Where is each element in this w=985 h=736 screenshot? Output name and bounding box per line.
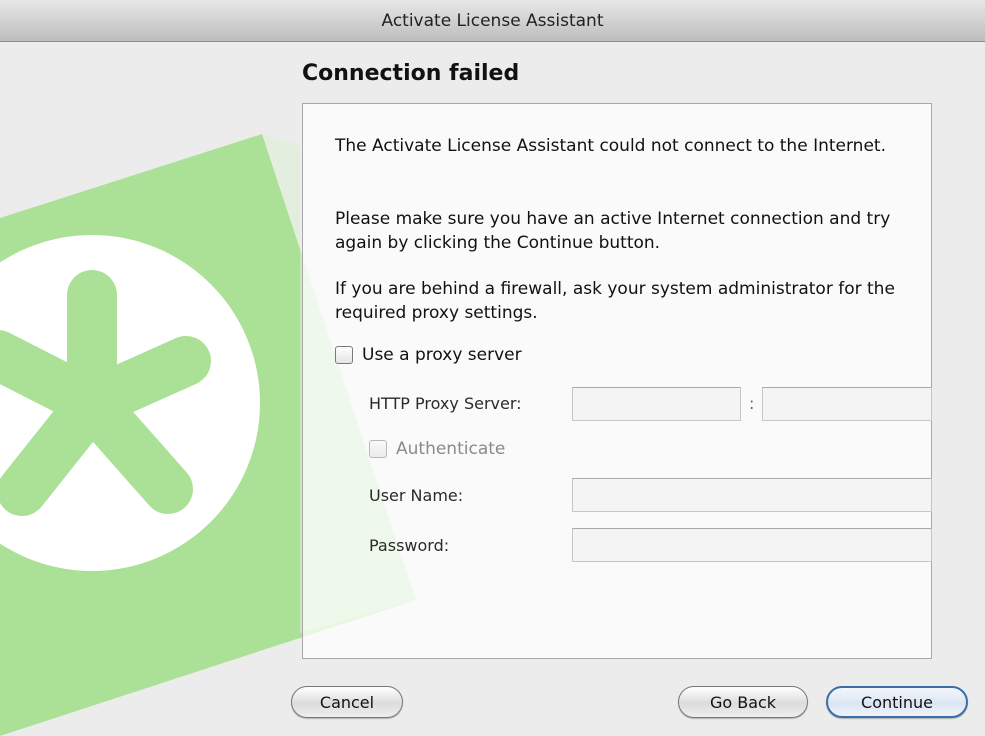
window-titlebar[interactable]: Activate License Assistant — [0, 0, 985, 42]
continue-button[interactable]: Continue — [826, 686, 968, 718]
window-title: Activate License Assistant — [381, 11, 604, 31]
cancel-button[interactable]: Cancel — [291, 686, 403, 718]
username-label: User Name: — [369, 486, 464, 505]
authenticate-checkbox[interactable] — [369, 440, 387, 458]
use-proxy-checkbox-row[interactable]: Use a proxy server — [335, 345, 522, 365]
page-title: Connection failed — [302, 61, 520, 86]
port-separator: : — [749, 394, 755, 413]
authenticate-label: Authenticate — [396, 439, 506, 459]
connection-panel: The Activate License Assistant could not… — [302, 103, 932, 659]
window-content: Connection failed The Activate License A… — [0, 43, 985, 736]
password-label: Password: — [369, 536, 450, 555]
proxy-port-field[interactable] — [762, 387, 932, 421]
use-proxy-checkbox[interactable] — [335, 346, 353, 364]
proxy-host-field[interactable] — [572, 387, 741, 421]
message-connect-failed: The Activate License Assistant could not… — [335, 136, 886, 156]
message-firewall: If you are behind a firewall, ask your s… — [335, 279, 895, 323]
go-back-button[interactable]: Go Back — [678, 686, 808, 718]
password-field[interactable] — [572, 528, 932, 562]
http-proxy-label: HTTP Proxy Server: — [369, 394, 522, 413]
message-check-connection: Please make sure you have an active Inte… — [335, 209, 891, 253]
use-proxy-label: Use a proxy server — [362, 345, 522, 365]
authenticate-checkbox-row[interactable]: Authenticate — [369, 439, 505, 459]
username-field[interactable] — [572, 478, 932, 512]
